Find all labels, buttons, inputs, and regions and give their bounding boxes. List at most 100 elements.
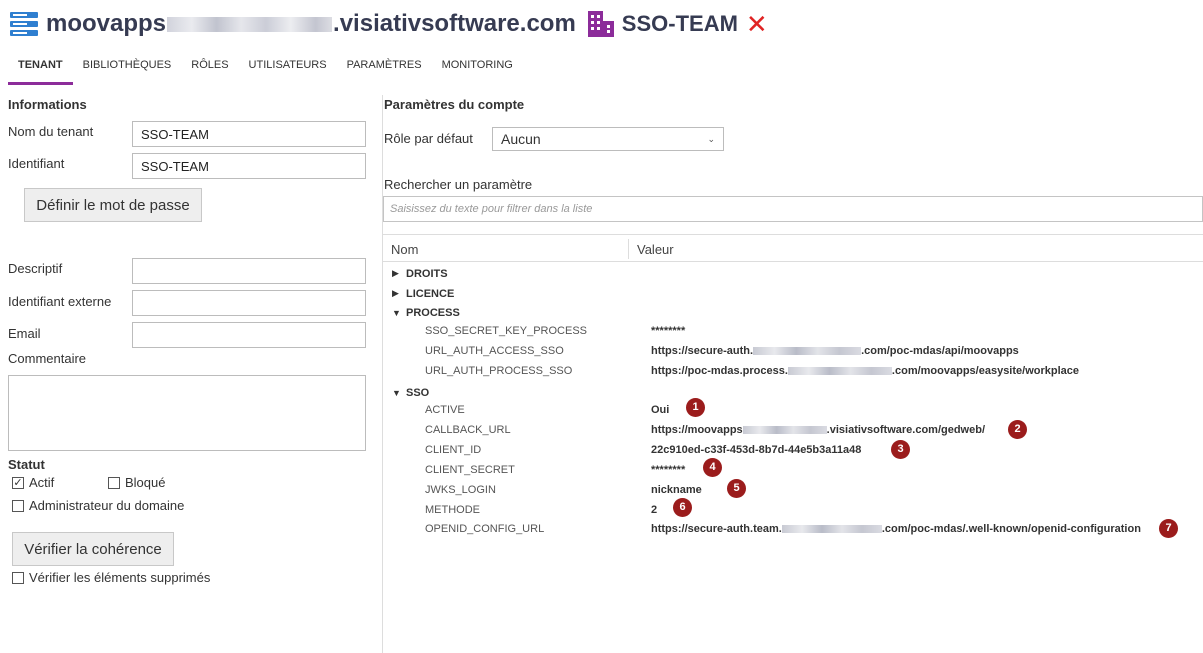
default-role-select[interactable]: Aucun ⌄ [492, 127, 724, 151]
value-part: .com/poc-mdas/api/moovapps [861, 345, 1019, 357]
param-name[interactable]: URL_AUTH_ACCESS_SSO [425, 345, 564, 357]
grid-header: Nom Valeur [383, 234, 1203, 262]
commentaire-label: Commentaire [8, 351, 87, 366]
param-name[interactable]: JWKS_LOGIN [425, 484, 496, 496]
commentaire-textarea[interactable] [8, 375, 366, 451]
tree-group-licence[interactable]: ▶ LICENCE [392, 284, 454, 303]
verify-deleted-label: Vérifier les éléments supprimés [29, 570, 211, 585]
panel-divider [382, 95, 383, 653]
tenant-name-field[interactable]: SSO-TEAM [132, 121, 366, 147]
param-value[interactable]: https://poc-mdas.process. .com/moovapps/e… [651, 365, 1079, 377]
param-value[interactable]: ******** [651, 325, 685, 337]
group-label: SSO [406, 386, 430, 399]
col-value-header[interactable]: Valeur [637, 242, 674, 257]
param-name[interactable]: SSO_SECRET_KEY_PROCESS [425, 325, 587, 337]
account-params-title: Paramètres du compte [384, 97, 525, 112]
value-part: https://moovapps [651, 424, 743, 436]
verify-coherence-button[interactable]: Vérifier la cohérence [12, 532, 174, 566]
identifier-label: Identifiant [8, 156, 65, 171]
annotation-marker: 7 [1159, 519, 1178, 538]
tab-bibliotheques[interactable]: BIBLIOTHÈQUES [73, 55, 182, 85]
param-value[interactable]: Oui [651, 404, 669, 416]
statut-title: Statut [8, 457, 45, 472]
checkbox-icon [12, 571, 24, 584]
tab-tenant[interactable]: TENANT [8, 55, 73, 85]
descriptif-label: Descriptif [8, 261, 63, 276]
admin-domaine-label: Administrateur du domaine [29, 498, 185, 513]
value-part: https://poc-mdas.process. [651, 365, 788, 377]
tenant-title: SSO-TEAM [621, 11, 738, 36]
actif-checkbox[interactable]: ✓ Actif [12, 475, 54, 490]
col-name-header[interactable]: Nom [391, 242, 418, 257]
tree-group-process[interactable]: ▼ PROCESS [392, 303, 460, 322]
param-name[interactable]: CLIENT_SECRET [425, 464, 515, 476]
checkbox-checked-icon: ✓ [12, 476, 24, 489]
tab-bar: TENANT BIBLIOTHÈQUES RÔLES UTILISATEURS … [8, 55, 523, 87]
redacted-text [781, 525, 882, 534]
param-name[interactable]: URL_AUTH_PROCESS_SSO [425, 365, 572, 377]
param-name[interactable]: OPENID_CONFIG_URL [425, 523, 544, 535]
tab-monitoring[interactable]: MONITORING [432, 55, 523, 85]
param-name[interactable]: ACTIVE [425, 404, 465, 416]
search-param-label: Rechercher un paramètre [384, 177, 533, 192]
collapse-arrow-icon[interactable]: ▼ [392, 388, 406, 398]
column-separator[interactable] [628, 239, 629, 259]
expand-arrow-icon[interactable]: ▶ [392, 288, 406, 299]
bloque-checkbox[interactable]: Bloqué [108, 475, 165, 490]
group-label: PROCESS [406, 306, 460, 319]
descriptif-field[interactable] [132, 258, 366, 284]
annotation-marker: 3 [891, 440, 910, 459]
informations-title: Informations [8, 97, 87, 112]
tab-roles[interactable]: RÔLES [181, 55, 238, 85]
host-name: moovapps .visiativsoftware.com [46, 10, 576, 38]
chevron-down-icon: ⌄ [707, 133, 715, 144]
default-role-value: Aucun [501, 131, 541, 147]
param-value[interactable]: 22c910ed-c33f-453d-8b7d-44e5b3a11a48 [651, 444, 861, 456]
group-label: DROITS [406, 267, 448, 280]
tab-parametres[interactable]: PARAMÈTRES [337, 55, 432, 85]
email-label: Email [8, 326, 41, 341]
group-label: LICENCE [406, 287, 455, 300]
identifier-field[interactable]: SSO-TEAM [132, 153, 366, 179]
param-name[interactable]: CLIENT_ID [425, 444, 481, 456]
annotation-marker: 4 [703, 458, 722, 477]
bloque-label: Bloqué [125, 475, 166, 490]
building-icon [587, 11, 614, 37]
annotation-marker: 5 [727, 479, 746, 498]
annotation-marker: 1 [686, 398, 705, 417]
value-part: .com/poc-mdas/.well-known/openid-configu… [881, 523, 1141, 535]
param-value[interactable]: nickname [651, 484, 702, 496]
tenant-name-label: Nom du tenant [8, 124, 94, 139]
param-value[interactable]: https://secure-auth. .com/poc-mdas/api/mo… [651, 345, 1019, 357]
verify-deleted-checkbox[interactable]: Vérifier les éléments supprimés [12, 570, 210, 585]
value-part: .visiativsoftware.com/gedweb/ [826, 424, 986, 436]
checkbox-icon [12, 499, 24, 512]
close-icon[interactable]: ✕ [746, 11, 768, 37]
param-name[interactable]: CALLBACK_URL [425, 424, 511, 436]
param-name[interactable]: METHODE [425, 504, 480, 516]
param-value[interactable]: ******** [651, 464, 685, 476]
checkbox-icon [108, 476, 120, 489]
external-id-field[interactable] [132, 290, 366, 316]
tree-group-droits[interactable]: ▶ DROITS [392, 264, 448, 283]
param-value[interactable]: 2 [651, 504, 657, 516]
admin-domaine-checkbox[interactable]: Administrateur du domaine [12, 498, 184, 513]
redacted-text [753, 347, 862, 356]
annotation-marker: 2 [1008, 420, 1027, 439]
tab-utilisateurs[interactable]: UTILISATEURS [239, 55, 337, 85]
expand-arrow-icon[interactable]: ▶ [392, 268, 406, 279]
set-password-button[interactable]: Définir le mot de passe [24, 188, 202, 222]
value-part: .com/moovapps/easysite/workplace [891, 365, 1080, 377]
collapse-arrow-icon[interactable]: ▼ [392, 308, 406, 318]
email-field[interactable] [132, 322, 366, 348]
tree-group-sso[interactable]: ▼ SSO [392, 383, 429, 402]
page-header: moovapps .visiativsoftware.com SSO-TEAM … [10, 6, 768, 42]
actif-label: Actif [29, 475, 55, 490]
value-part: https://secure-auth.team. [651, 523, 782, 535]
redacted-text [167, 16, 333, 32]
param-value[interactable]: https://moovapps .visiativsoftware.com/ge… [651, 424, 985, 436]
host-prefix: moovapps [46, 10, 167, 37]
param-filter-input[interactable]: Saisissez du texte pour filtrer dans la … [383, 196, 1203, 222]
server-icon [10, 12, 38, 36]
param-value[interactable]: https://secure-auth.team. .com/poc-mdas/.… [651, 523, 1141, 535]
